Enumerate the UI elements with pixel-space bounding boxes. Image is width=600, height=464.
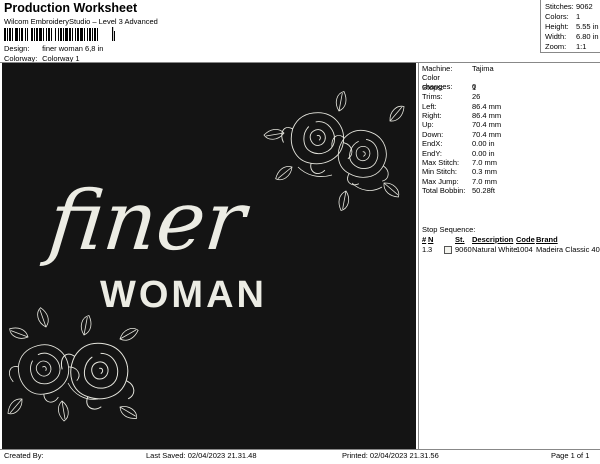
property-label: Max Jump: bbox=[422, 176, 459, 186]
property-value: 0.00 in bbox=[472, 139, 495, 149]
design-value: finer woman 6,8 in bbox=[42, 44, 104, 53]
property-label: Down: bbox=[422, 129, 444, 139]
property-label: Min Stitch: bbox=[422, 167, 458, 177]
stat-value: 5.55 in bbox=[576, 22, 599, 31]
property-value: 86.4 mm bbox=[472, 101, 502, 111]
property-value: 0.00 in bbox=[472, 148, 495, 158]
property-value: 70.4 mm bbox=[472, 120, 502, 130]
property-label: Up: bbox=[422, 120, 434, 130]
property-label: Stops: bbox=[422, 82, 444, 92]
property-label: Trims: bbox=[422, 92, 443, 102]
stop-sequence-title: Stop Sequence: bbox=[422, 225, 476, 234]
stop-cell-brand: Madeira Classic 40 bbox=[536, 245, 600, 254]
stop-header-st: St. bbox=[455, 235, 465, 244]
property-label: Left: bbox=[422, 101, 437, 111]
stat-value: 1 bbox=[576, 12, 581, 21]
stat-row: Height: 5.55 in bbox=[545, 22, 599, 31]
property-value: 70.4 mm bbox=[472, 129, 502, 139]
footer-created: Created By: bbox=[4, 451, 44, 460]
property-row: Min Stitch: 0.3 mm bbox=[422, 167, 497, 176]
barcode-tail bbox=[112, 27, 115, 41]
stat-label: Width: bbox=[545, 32, 567, 41]
stat-value: 6.80 in bbox=[576, 32, 599, 41]
property-value: 7.0 mm bbox=[472, 158, 498, 167]
property-label: Total Bobbin: bbox=[422, 186, 466, 196]
design-block-text: WOMAN bbox=[100, 274, 267, 316]
stop-header-code: Code bbox=[516, 235, 535, 244]
stat-label: Colors: bbox=[545, 12, 569, 21]
property-value: 50.28ft bbox=[472, 186, 495, 196]
footer-last-saved: Last Saved: 02/04/2023 21.31.48 bbox=[146, 451, 257, 460]
property-row: Stops: 1 bbox=[422, 83, 476, 92]
property-row: Left: 86.4 mm bbox=[422, 102, 501, 111]
stat-label: Height: bbox=[545, 22, 569, 31]
property-row: Max Jump: 7.0 mm bbox=[422, 177, 497, 186]
property-value: 0.3 mm bbox=[472, 167, 498, 177]
property-value: 86.4 mm bbox=[472, 111, 502, 120]
footer-page: Page 1 of 1 bbox=[551, 451, 590, 460]
property-label: Max Stitch: bbox=[422, 158, 460, 167]
stop-cell-n: 3 bbox=[428, 245, 433, 254]
thread-swatch bbox=[444, 246, 452, 254]
property-row: EndY: 0.00 in bbox=[422, 149, 495, 158]
stat-label: Zoom: bbox=[545, 42, 567, 51]
property-row: Total Bobbin: 50.28ft bbox=[422, 186, 495, 195]
stat-row: Stitches: 9062 bbox=[545, 2, 593, 11]
property-value: 26 bbox=[472, 92, 481, 102]
property-row: Down: 70.4 mm bbox=[422, 130, 501, 139]
app-name: Wilcom EmbroideryStudio – Level 3 Advanc… bbox=[4, 17, 158, 26]
property-label: Machine: bbox=[422, 64, 453, 73]
property-label: EndX: bbox=[422, 139, 443, 149]
design-script-text: finer bbox=[38, 174, 254, 269]
stat-row: Width: 6.80 in bbox=[545, 32, 599, 41]
barcode bbox=[4, 28, 110, 41]
stat-row: Zoom: 1:1 bbox=[545, 42, 586, 51]
stop-header-brand: Brand bbox=[536, 235, 558, 244]
property-row: Max Stitch: 7.0 mm bbox=[422, 158, 497, 167]
rose-cluster-bottom bbox=[3, 306, 142, 424]
stat-row: Colors: 1 bbox=[545, 12, 580, 21]
property-label: Right: bbox=[422, 111, 442, 120]
property-row: Right: 86.4 mm bbox=[422, 111, 501, 120]
rose-cluster-top bbox=[263, 89, 409, 213]
stop-cell-st: 9060 bbox=[455, 245, 472, 254]
stat-value: 1:1 bbox=[576, 42, 587, 51]
worksheet-title: Production Worksheet bbox=[4, 1, 138, 15]
design-row: Design: finer woman 6,8 in bbox=[4, 44, 103, 53]
stop-header-num: # bbox=[422, 235, 427, 244]
footer-divider bbox=[0, 449, 600, 450]
property-row: EndX: 0.00 in bbox=[422, 139, 495, 148]
property-label: EndY: bbox=[422, 148, 443, 158]
design-label: Design: bbox=[4, 44, 30, 53]
stop-header-description: Description bbox=[472, 235, 514, 244]
stop-header-n: N bbox=[428, 235, 434, 244]
property-row: Trims: 26 bbox=[422, 92, 480, 101]
property-value: 1 bbox=[472, 82, 477, 92]
property-row: Up: 70.4 mm bbox=[422, 120, 501, 129]
stats-box: Stitches: 9062 Colors: 1 Height: 5.55 in Wi… bbox=[540, 0, 600, 53]
stat-label: Stitches: bbox=[545, 2, 574, 11]
property-value: Tajima bbox=[472, 64, 494, 73]
design-preview: finer WOMAN bbox=[2, 63, 416, 449]
stop-cell-code: 1004 bbox=[516, 245, 533, 254]
properties-panel: Machine: Tajima Color changes: 0 Stops: 1 Trim… bbox=[418, 63, 600, 449]
property-value: 7.0 mm bbox=[472, 176, 498, 186]
stat-value: 9062 bbox=[576, 2, 593, 11]
stop-cell-description: Natural White bbox=[472, 245, 518, 254]
footer-printed: Printed: 02/04/2023 21.31.56 bbox=[342, 451, 439, 460]
design-artwork: finer WOMAN bbox=[3, 89, 409, 424]
property-row: Machine: Tajima bbox=[422, 64, 494, 73]
